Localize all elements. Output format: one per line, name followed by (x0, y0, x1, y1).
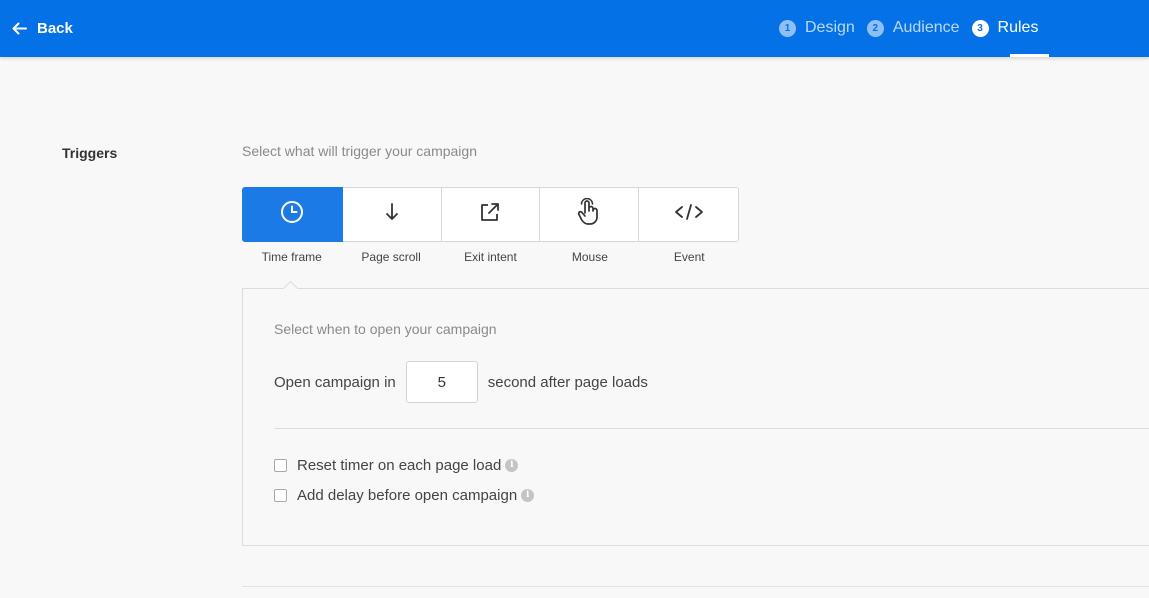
arrow-left-icon (12, 22, 27, 35)
step-label: Audience (892, 19, 960, 36)
section-title: Triggers (62, 145, 118, 161)
step-rules[interactable]: 3 Rules (971, 19, 1039, 37)
section-description: Select what will trigger your campaign (242, 143, 477, 159)
pointer-hand-icon (576, 197, 602, 231)
info-icon[interactable]: i (505, 458, 519, 472)
open-delay-suffix: second after page loads (487, 373, 648, 391)
step-audience[interactable]: 2 Audience (866, 19, 960, 37)
open-delay-prefix: Open campaign in (274, 373, 396, 391)
tab-mouse[interactable] (540, 188, 640, 241)
tab-event[interactable] (639, 188, 738, 241)
add-delay-label: Add delay before open campaign (297, 486, 518, 504)
info-icon[interactable]: i (521, 488, 535, 502)
open-delay-row: Open campaign in second after page loads (274, 361, 648, 403)
back-button[interactable]: Back (12, 17, 73, 39)
tab-label-mouse[interactable]: Mouse (540, 250, 639, 264)
arrow-down-icon (384, 202, 400, 227)
clock-icon (280, 200, 304, 229)
section-divider (242, 586, 1149, 587)
add-delay-checkbox[interactable] (274, 488, 287, 502)
step-design[interactable]: 1 Design (779, 19, 855, 37)
trigger-tabs (242, 187, 739, 242)
tab-exit-intent[interactable] (442, 188, 541, 241)
tab-label-page-scroll[interactable]: Page scroll (341, 250, 440, 264)
add-delay-option[interactable]: Add delay before open campaign i (274, 486, 535, 504)
back-label: Back (37, 19, 73, 37)
step-label: Rules (997, 19, 1039, 36)
tab-time-frame[interactable] (242, 187, 343, 242)
panel-divider (274, 428, 1149, 429)
seconds-input[interactable] (405, 361, 478, 403)
external-link-icon (479, 201, 501, 228)
step-number: 1 (779, 19, 796, 37)
panel-subtitle: Select when to open your campaign (274, 321, 497, 337)
code-icon (674, 203, 704, 226)
top-bar: Back 1 Design 2 Audience 3 Rules (0, 0, 1149, 57)
active-step-indicator (1010, 54, 1049, 57)
tab-page-scroll[interactable] (343, 188, 442, 241)
reset-timer-label: Reset timer on each page load (297, 456, 502, 474)
trigger-tab-labels: Time frame Page scroll Exit intent Mouse… (242, 250, 739, 264)
wizard-steps: 1 Design 2 Audience 3 Rules (779, 17, 1050, 39)
step-number: 2 (866, 19, 884, 37)
step-number: 3 (971, 19, 989, 37)
step-label: Design (805, 19, 855, 36)
tab-label-time-frame[interactable]: Time frame (242, 250, 341, 264)
reset-timer-checkbox[interactable] (274, 458, 287, 472)
tab-label-event[interactable]: Event (640, 250, 739, 264)
reset-timer-option[interactable]: Reset timer on each page load i (274, 456, 519, 474)
tab-label-exit-intent[interactable]: Exit intent (441, 250, 540, 264)
